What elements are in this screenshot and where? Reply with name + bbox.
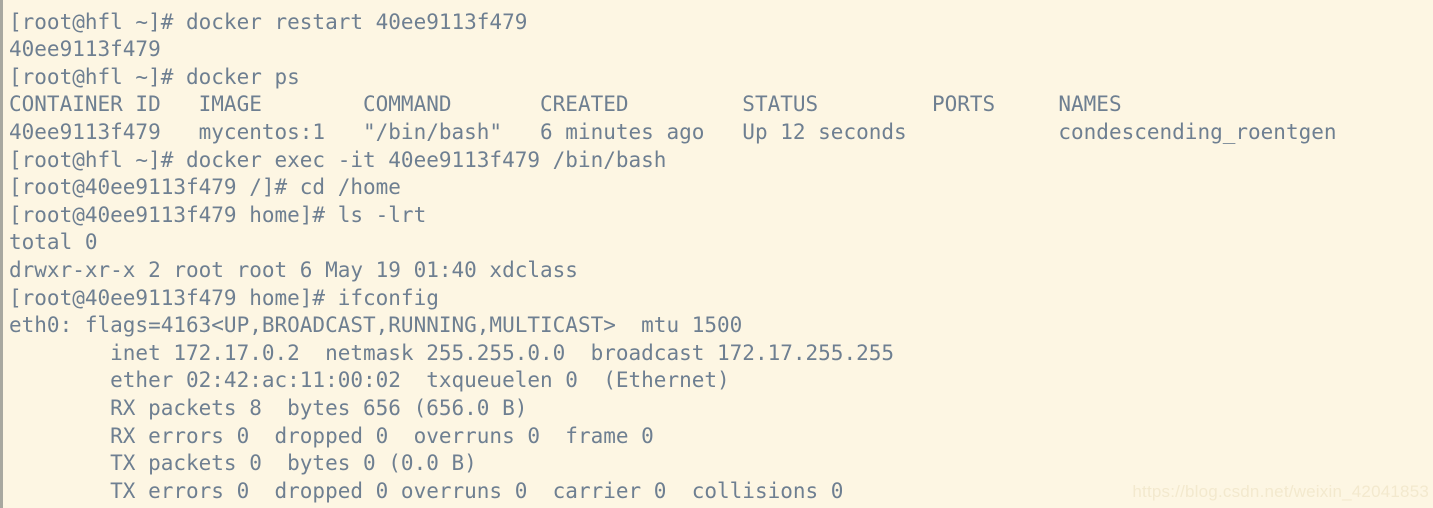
terminal-line-ether: ether 02:42:ac:11:00:02 txqueuelen 0 (Et… bbox=[9, 368, 730, 393]
terminal-line-inet: inet 172.17.0.2 netmask 255.255.0.0 broa… bbox=[9, 340, 895, 365]
terminal-line-eth0-flags: eth0: flags=4163<UP,BROADCAST,RUNNING,MU… bbox=[9, 313, 743, 338]
terminal-line-ps-header: CONTAINER ID IMAGE COMMAND CREATED STATU… bbox=[9, 92, 1122, 117]
terminal-line-restart-output: 40ee9113f479 bbox=[9, 37, 161, 62]
terminal-line-tx-packets: TX packets 0 bytes 0 (0.0 B) bbox=[9, 451, 477, 476]
terminal-line-ps-row: 40ee9113f479 mycentos:1 "/bin/bash" 6 mi… bbox=[9, 119, 1337, 144]
terminal-line-docker-exec: [root@hfl ~]# docker exec -it 40ee9113f4… bbox=[9, 147, 667, 172]
terminal-line-rx-errors: RX errors 0 dropped 0 overruns 0 frame 0 bbox=[9, 423, 654, 448]
terminal-output-area[interactable]: [root@hfl ~]# docker restart 40ee9113f47… bbox=[9, 0, 1433, 508]
terminal-line-docker-ps: [root@hfl ~]# docker ps bbox=[9, 64, 300, 89]
terminal-line-ifconfig: [root@40ee9113f479 home]# ifconfig bbox=[9, 285, 439, 310]
csdn-watermark: https://blog.csdn.net/weixin_42041853 bbox=[1132, 482, 1429, 501]
terminal-line-ls-entry-xdclass: drwxr-xr-x 2 root root 6 May 19 01:40 xd… bbox=[9, 257, 578, 282]
terminal-window[interactable]: [root@hfl ~]# docker restart 40ee9113f47… bbox=[0, 0, 1433, 508]
terminal-line-rx-packets: RX packets 8 bytes 656 (656.0 B) bbox=[9, 395, 528, 420]
terminal-line-ls-total: total 0 bbox=[9, 230, 98, 255]
terminal-line-docker-restart: [root@hfl ~]# docker restart 40ee9113f47… bbox=[9, 9, 528, 34]
terminal-line-ls-lrt: [root@40ee9113f479 home]# ls -lrt bbox=[9, 202, 427, 227]
terminal-line-cd-home: [root@40ee9113f479 /]# cd /home bbox=[9, 175, 401, 200]
